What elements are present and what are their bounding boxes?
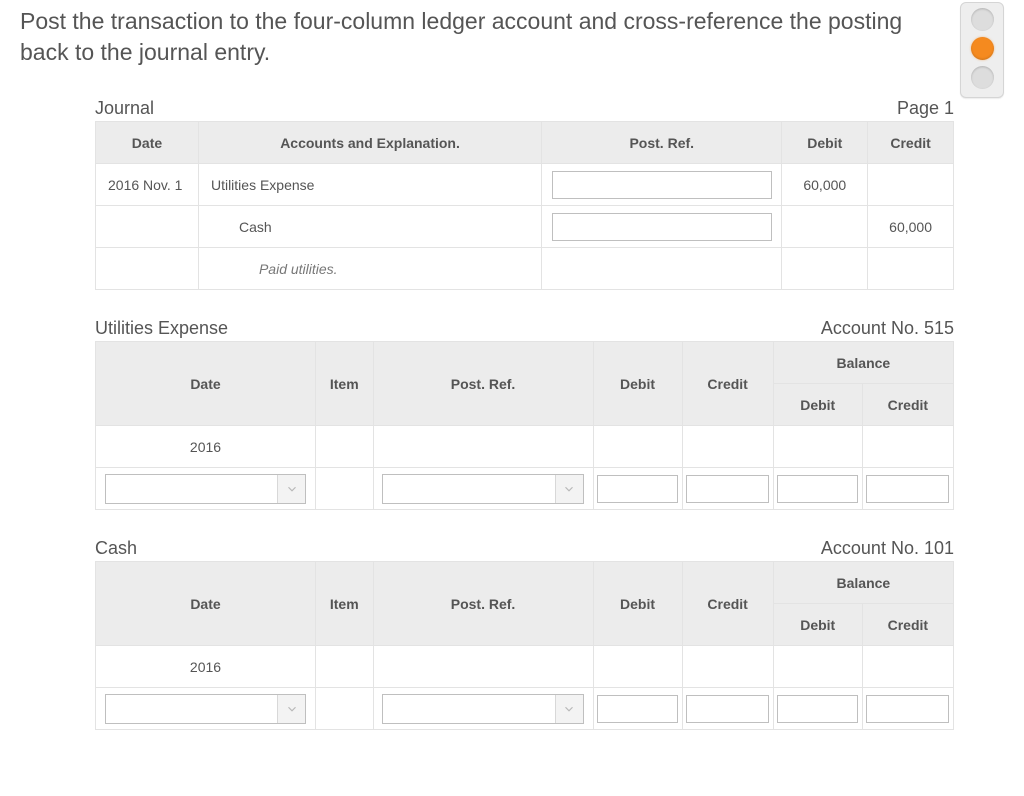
status-traffic-light <box>960 2 1004 98</box>
cell-date <box>96 206 199 248</box>
journal-section: Journal Page 1 Date Accounts and Explana… <box>95 98 954 290</box>
journal-title: Journal <box>95 98 154 119</box>
cell-item <box>316 688 374 730</box>
light-bottom <box>971 66 994 89</box>
cell-credit <box>868 248 954 290</box>
col-credit: Credit <box>868 122 954 164</box>
chevron-down-icon[interactable] <box>277 475 305 503</box>
credit-input[interactable] <box>686 695 769 723</box>
date-select[interactable] <box>105 474 306 504</box>
cell-post-ref <box>542 164 782 206</box>
journal-page-label: Page 1 <box>897 98 954 119</box>
cell-date <box>96 248 199 290</box>
cell-post-ref <box>542 248 782 290</box>
col-post-ref: Post. Ref. <box>373 342 593 426</box>
cell-credit <box>868 164 954 206</box>
cell-account: Cash <box>198 206 541 248</box>
col-bal-debit: Debit <box>773 384 862 426</box>
ledger-account-no: Account No. 515 <box>821 318 954 339</box>
col-bal-credit: Credit <box>862 384 953 426</box>
date-select[interactable] <box>105 694 306 724</box>
chevron-down-icon[interactable] <box>277 695 305 723</box>
ledger-section-cash: Cash Account No. 101 Date Item Post. Ref… <box>95 538 954 730</box>
cell-date: 2016 Nov. 1 <box>96 164 199 206</box>
col-debit: Debit <box>593 342 682 426</box>
col-balance: Balance <box>773 562 953 604</box>
debit-input[interactable] <box>597 475 678 503</box>
ledger-input-row <box>96 468 954 510</box>
ledger-table: Date Item Post. Ref. Debit Credit Balanc… <box>95 341 954 510</box>
col-item: Item <box>316 562 374 646</box>
ledger-year-row: 2016 <box>96 646 954 688</box>
post-ref-input[interactable] <box>552 213 772 241</box>
col-debit: Debit <box>593 562 682 646</box>
col-post-ref: Post. Ref. <box>373 562 593 646</box>
cell-debit <box>782 248 868 290</box>
light-middle <box>971 37 994 60</box>
bal-debit-input[interactable] <box>777 475 858 503</box>
journal-row: 2016 Nov. 1 Utilities Expense 60,000 <box>96 164 954 206</box>
credit-input[interactable] <box>686 475 769 503</box>
col-credit: Credit <box>682 562 773 646</box>
instruction-text: Post the transaction to the four-column … <box>20 6 960 68</box>
cell-explanation: Paid utilities. <box>198 248 541 290</box>
col-accounts: Accounts and Explanation. <box>198 122 541 164</box>
ledger-title: Utilities Expense <box>95 318 228 339</box>
col-debit: Debit <box>782 122 868 164</box>
post-ref-input[interactable] <box>552 171 772 199</box>
col-bal-debit: Debit <box>773 604 862 646</box>
ledger-title: Cash <box>95 538 137 559</box>
col-item: Item <box>316 342 374 426</box>
cell-year: 2016 <box>96 426 316 468</box>
post-ref-select[interactable] <box>382 474 583 504</box>
post-ref-select-field[interactable] <box>383 475 554 503</box>
journal-row: Cash 60,000 <box>96 206 954 248</box>
journal-table: Date Accounts and Explanation. Post. Ref… <box>95 121 954 290</box>
light-top <box>971 8 994 31</box>
ledger-section-utilities: Utilities Expense Account No. 515 Date I… <box>95 318 954 510</box>
date-select-field[interactable] <box>106 695 277 723</box>
date-select-field[interactable] <box>106 475 277 503</box>
chevron-down-icon[interactable] <box>555 695 583 723</box>
cell-debit <box>782 206 868 248</box>
col-post-ref: Post. Ref. <box>542 122 782 164</box>
col-bal-credit: Credit <box>862 604 953 646</box>
post-ref-select-field[interactable] <box>383 695 554 723</box>
cell-post-ref <box>542 206 782 248</box>
bal-debit-input[interactable] <box>777 695 858 723</box>
ledger-input-row <box>96 688 954 730</box>
ledger-table: Date Item Post. Ref. Debit Credit Balanc… <box>95 561 954 730</box>
ledger-year-row: 2016 <box>96 426 954 468</box>
cell-account: Utilities Expense <box>198 164 541 206</box>
post-ref-select[interactable] <box>382 694 583 724</box>
bal-credit-input[interactable] <box>866 475 949 503</box>
chevron-down-icon[interactable] <box>555 475 583 503</box>
journal-row: Paid utilities. <box>96 248 954 290</box>
debit-input[interactable] <box>597 695 678 723</box>
col-date: Date <box>96 122 199 164</box>
cell-year: 2016 <box>96 646 316 688</box>
cell-debit: 60,000 <box>782 164 868 206</box>
col-credit: Credit <box>682 342 773 426</box>
col-date: Date <box>96 342 316 426</box>
ledger-account-no: Account No. 101 <box>821 538 954 559</box>
col-balance: Balance <box>773 342 953 384</box>
bal-credit-input[interactable] <box>866 695 949 723</box>
col-date: Date <box>96 562 316 646</box>
cell-credit: 60,000 <box>868 206 954 248</box>
cell-item <box>316 468 374 510</box>
